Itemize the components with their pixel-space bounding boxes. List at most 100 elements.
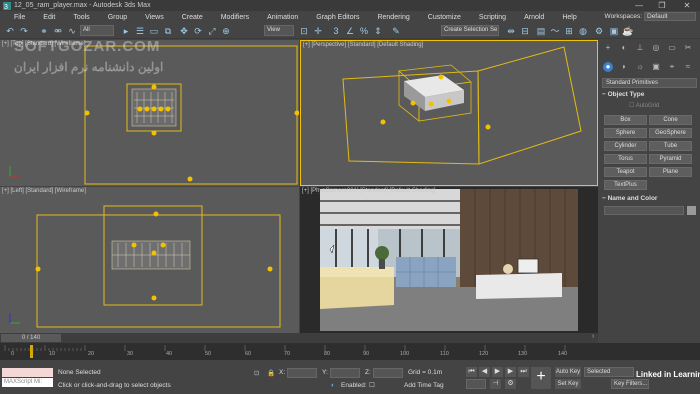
viewport-left-label[interactable]: [+] [Left] [Standard] [Wireframe] bbox=[2, 188, 86, 194]
undo-icon[interactable]: ↶ bbox=[4, 25, 16, 37]
key-set-dropdown[interactable]: Selected bbox=[584, 367, 634, 377]
hierarchy-tab-icon[interactable]: ⊥ bbox=[635, 43, 645, 53]
create-tab-icon[interactable]: + bbox=[603, 43, 613, 53]
viewport-camera-label[interactable]: [+] [PhysCamera001] [Standard] [Default … bbox=[302, 188, 436, 194]
menu-rendering[interactable]: Rendering bbox=[368, 14, 418, 21]
motion-tab-icon[interactable]: ◎ bbox=[651, 43, 661, 53]
menu-scripting[interactable]: Scripting bbox=[470, 14, 515, 21]
auto-key-button[interactable]: Auto Key bbox=[555, 367, 581, 377]
selection-lock-icon[interactable]: 🔒 bbox=[267, 369, 275, 377]
schematic-view-icon[interactable]: ⊞ bbox=[563, 25, 575, 37]
scene-explorer-icon[interactable]: ▤ bbox=[535, 25, 547, 37]
snaps-toggle-icon[interactable]: 3 bbox=[330, 25, 342, 37]
angle-snap-icon[interactable]: ∠ bbox=[344, 25, 356, 37]
link-icon[interactable]: ⚭ bbox=[38, 25, 50, 37]
restore-button[interactable]: ❐ bbox=[651, 0, 673, 11]
menu-file[interactable]: File bbox=[0, 14, 34, 21]
modify-tab-icon[interactable]: ◐ bbox=[619, 43, 629, 53]
workspaces-dropdown[interactable]: Default bbox=[644, 12, 696, 21]
time-slider-next-icon[interactable]: › bbox=[592, 333, 594, 340]
viewport-top[interactable]: [+] [Top] [Standard] [Wireframe] SOFTGOZ… bbox=[0, 40, 299, 186]
pyramid-button[interactable]: Pyramid bbox=[649, 154, 692, 164]
current-frame-field[interactable] bbox=[466, 379, 486, 389]
viewport-perspective-label[interactable]: [+] [Perspective] [Standard] [Default Sh… bbox=[303, 42, 423, 48]
pivot-center-icon[interactable]: ⊡ bbox=[298, 25, 310, 37]
menu-help[interactable]: Help bbox=[553, 14, 585, 21]
previous-frame-button[interactable]: ◀ bbox=[479, 367, 490, 377]
scale-icon[interactable]: ⤢ bbox=[206, 25, 218, 37]
spinner-snap-icon[interactable]: ⇕ bbox=[372, 25, 384, 37]
maxscript-listener-input[interactable]: MAXScript Mi: bbox=[2, 378, 53, 387]
minimize-button[interactable]: — bbox=[628, 0, 650, 11]
cameras-icon[interactable]: ▣ bbox=[651, 62, 661, 72]
menu-edit[interactable]: Edit bbox=[34, 14, 64, 21]
object-color-swatch[interactable] bbox=[687, 206, 696, 215]
next-frame-button[interactable]: ▶ bbox=[505, 367, 516, 377]
unlink-icon[interactable]: ⚮ bbox=[52, 25, 64, 37]
window-crossing-icon[interactable]: ⧉ bbox=[162, 25, 174, 37]
percent-snap-icon[interactable]: % bbox=[358, 25, 370, 37]
time-slider[interactable]: 0 / 140 › bbox=[0, 333, 598, 343]
utilities-tab-icon[interactable]: ✂ bbox=[683, 43, 693, 53]
menu-create[interactable]: Create bbox=[173, 14, 212, 21]
viewport-perspective[interactable]: [+] [Perspective] [Standard] [Default Sh… bbox=[300, 40, 598, 186]
display-tab-icon[interactable]: ▭ bbox=[667, 43, 677, 53]
rotate-icon[interactable]: ⟳ bbox=[192, 25, 204, 37]
go-to-end-button[interactable]: ⏭ bbox=[518, 367, 529, 377]
play-button[interactable]: ▶ bbox=[492, 367, 503, 377]
key-filters-button[interactable]: Key Filters... bbox=[611, 379, 649, 389]
edit-named-selection-icon[interactable]: ✎ bbox=[390, 25, 402, 37]
viewport-camera[interactable]: [+] [PhysCamera001] [Standard] [Default … bbox=[300, 187, 598, 333]
cone-button[interactable]: Cone bbox=[649, 115, 692, 125]
close-button[interactable]: ✕ bbox=[676, 0, 698, 11]
sphere-button[interactable]: Sphere bbox=[604, 128, 647, 138]
y-coordinate-field[interactable] bbox=[330, 368, 360, 378]
menu-modifiers[interactable]: Modifiers bbox=[212, 14, 258, 21]
viewport-left[interactable]: [+] [Left] [Standard] [Wireframe] bbox=[0, 187, 299, 333]
object-name-field[interactable] bbox=[604, 206, 684, 215]
cylinder-button[interactable]: Cylinder bbox=[604, 141, 647, 151]
menu-tools[interactable]: Tools bbox=[64, 14, 98, 21]
move-icon[interactable]: ✥ bbox=[178, 25, 190, 37]
object-type-rollout[interactable]: − Object Type bbox=[602, 91, 697, 98]
selection-filter-dropdown[interactable]: All bbox=[80, 25, 114, 36]
helpers-icon[interactable]: ⌖ bbox=[667, 62, 677, 72]
key-mode-toggle[interactable]: ⊣ bbox=[490, 379, 501, 389]
select-manipulate-icon[interactable]: ✛ bbox=[312, 25, 324, 37]
material-editor-icon[interactable]: ◍ bbox=[577, 25, 589, 37]
mirror-icon[interactable]: ⇹ bbox=[505, 25, 517, 37]
render-setup-icon[interactable]: ⚙ bbox=[593, 25, 605, 37]
time-configuration-button[interactable]: ⚙ bbox=[505, 379, 516, 389]
selection-region-icon[interactable]: ▭ bbox=[148, 25, 160, 37]
bind-spacewarp-icon[interactable]: ∿ bbox=[66, 25, 78, 37]
autogrid-checkbox[interactable]: ☐ AutoGrid bbox=[629, 102, 659, 109]
torus-button[interactable]: Torus bbox=[604, 154, 647, 164]
reference-coordinate-dropdown[interactable]: View bbox=[264, 25, 294, 36]
curve-editor-icon[interactable]: 〜 bbox=[549, 25, 561, 37]
time-slider-thumb[interactable]: 0 / 140 bbox=[1, 334, 61, 342]
menu-views[interactable]: Views bbox=[136, 14, 173, 21]
plane-button[interactable]: Plane bbox=[649, 167, 692, 177]
lights-icon[interactable]: ☼ bbox=[635, 62, 645, 72]
teapot-button[interactable]: Teapot bbox=[604, 167, 647, 177]
menu-arnold[interactable]: Arnold bbox=[515, 14, 553, 21]
add-time-tag[interactable]: Add Time Tag bbox=[404, 382, 444, 389]
textplus-button[interactable]: TextPlus bbox=[604, 180, 647, 190]
render-production-icon[interactable]: ☕ bbox=[622, 25, 634, 37]
track-bar[interactable]: 0 10 20 30 40 50 60 70 80 90 100 110 120… bbox=[0, 343, 700, 360]
align-icon[interactable]: ⊟ bbox=[519, 25, 531, 37]
geosphere-button[interactable]: GeoSphere bbox=[649, 128, 692, 138]
menu-animation[interactable]: Animation bbox=[258, 14, 307, 21]
select-by-name-icon[interactable]: ☰ bbox=[134, 25, 146, 37]
box-button[interactable]: Box bbox=[604, 115, 647, 125]
primitive-category-dropdown[interactable]: Standard Primitives bbox=[602, 78, 697, 88]
z-coordinate-field[interactable] bbox=[373, 368, 403, 378]
redo-icon[interactable]: ↷ bbox=[18, 25, 30, 37]
enabled-checkbox[interactable]: ☐ bbox=[369, 381, 375, 389]
adaptive-degradation-icon[interactable]: ◐ bbox=[331, 382, 335, 389]
isolate-selection-icon[interactable]: ⊡ bbox=[254, 369, 259, 377]
tube-button[interactable]: Tube bbox=[649, 141, 692, 151]
menu-customize[interactable]: Customize bbox=[419, 14, 470, 21]
select-object-icon[interactable]: ▸ bbox=[120, 25, 132, 37]
placement-icon[interactable]: ⊕ bbox=[220, 25, 232, 37]
